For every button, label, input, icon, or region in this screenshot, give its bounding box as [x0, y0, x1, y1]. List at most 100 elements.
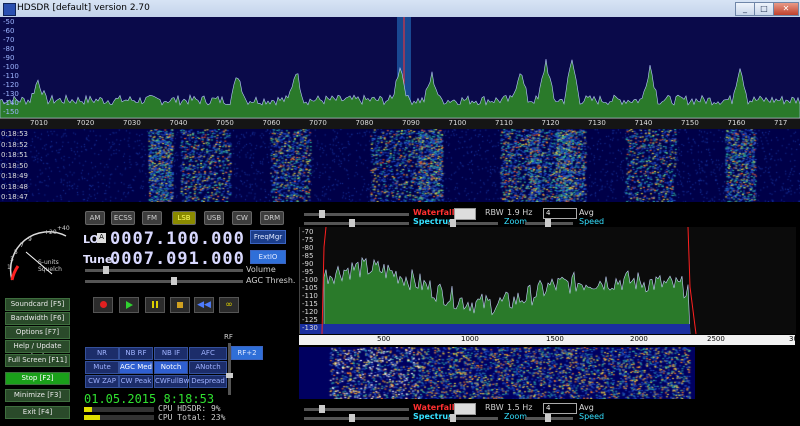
- frequency-tick-label: 7010: [30, 119, 48, 127]
- audio-y-label: -125: [302, 316, 318, 324]
- rf-avg-label: Avg: [579, 208, 594, 217]
- stop-playback-button[interactable]: [170, 297, 190, 313]
- mode-am-button[interactable]: AM: [85, 211, 105, 225]
- window-title: HDSDR [default] version 2.70: [17, 3, 150, 13]
- af-rbw-label: RBW: [485, 403, 504, 412]
- tune-label: Tune: [83, 253, 113, 266]
- spectrum-y-label: -110: [3, 72, 19, 80]
- waterfall-time-label: 0:18:48: [1, 182, 28, 191]
- mode-cw-button[interactable]: CW: [232, 211, 252, 225]
- mode-lsb-button[interactable]: LSB: [172, 211, 196, 225]
- frequency-tick-label: 7050: [216, 119, 234, 127]
- minimize-window-button[interactable]: _: [735, 2, 755, 16]
- squelch-label[interactable]: Squelch: [38, 266, 62, 273]
- lo-frequency[interactable]: 0007.100.000: [110, 229, 245, 249]
- rf-gain-button[interactable]: RF+2: [231, 346, 263, 360]
- nb-rf-button[interactable]: NB RF: [119, 347, 153, 360]
- audio-waterfall[interactable]: [299, 347, 695, 399]
- main-waterfall[interactable]: 0:18:53 0:18:52 0:18:51 0:18:50 0:18:49 0:18:…: [0, 129, 800, 202]
- af-avg-dropdown[interactable]: 4: [543, 403, 577, 414]
- maximize-window-button[interactable]: □: [754, 2, 774, 16]
- mode-fm-button[interactable]: FM: [142, 211, 162, 225]
- rewind-button[interactable]: ◀◀: [194, 297, 214, 313]
- audio-frequency-axis[interactable]: 500 1000 1500 2000 2500 30: [299, 335, 798, 345]
- smeter-title: S-units: [38, 259, 59, 266]
- frequency-tick-label: 717: [774, 119, 788, 127]
- frequency-tick-label: 7130: [588, 119, 606, 127]
- waterfall-time-label: 0:18:49: [1, 172, 28, 180]
- mode-usb-button[interactable]: USB: [204, 211, 224, 225]
- cw-peak-button[interactable]: CW Peak: [119, 375, 153, 388]
- af-waterfall-arrows[interactable]: [454, 403, 476, 415]
- record-button[interactable]: [93, 297, 113, 313]
- agc-threshold-slider[interactable]: [85, 277, 243, 285]
- anotch-button[interactable]: ANotch: [189, 361, 227, 374]
- audio-y-label: -70: [302, 228, 314, 236]
- waterfall-time-label: 0:18:50: [1, 161, 28, 170]
- nr-button[interactable]: NR: [85, 347, 119, 360]
- mode-ecss-button[interactable]: ECSS: [111, 211, 135, 225]
- options-button[interactable]: Options [F7]: [5, 326, 70, 339]
- waterfall-time-label: 0:18:47: [1, 193, 28, 201]
- nb-if-button[interactable]: NB IF: [154, 347, 188, 360]
- cw-fullbw-button[interactable]: CWFullBw: [154, 375, 189, 388]
- afc-button[interactable]: AFC: [189, 347, 227, 360]
- help-update-button[interactable]: Help / Update [F1]: [5, 340, 70, 361]
- pause-button[interactable]: [145, 297, 165, 313]
- frequency-tick-label: 7120: [541, 119, 560, 127]
- rf-waterfall-arrows[interactable]: [454, 208, 476, 220]
- frequency-tick-label: 7160: [727, 119, 746, 127]
- smeter-mark-1: 1: [7, 264, 11, 271]
- audio-x-label: 30: [789, 335, 798, 343]
- audio-y-label: -105: [302, 284, 318, 292]
- audio-spectrum-display[interactable]: -70 -75 -80 -85 -90 -95 -100 -105 -110 -115 -120 -1…: [299, 227, 796, 334]
- audio-y-label: -110: [302, 292, 318, 300]
- freqmgr-button[interactable]: FreqMgr: [250, 230, 286, 244]
- volume-label: Volume: [246, 265, 276, 274]
- tune-frequency[interactable]: 0007.091.000: [110, 249, 245, 269]
- main-spectrum-display[interactable]: -50 -60 -70 -80 -90 -100 -110 -120 -130 -140 -150: [0, 17, 800, 118]
- minimize-button[interactable]: Minimize [F3]: [5, 389, 70, 402]
- af-zoom-slider[interactable]: [448, 414, 498, 422]
- bandwidth-button[interactable]: Bandwidth [F6]: [5, 312, 70, 325]
- audio-x-label: 2000: [630, 335, 648, 343]
- volume-slider[interactable]: [85, 266, 243, 274]
- audio-y-label: -115: [302, 300, 318, 308]
- frequency-tick-label: 7100: [448, 119, 467, 127]
- rf-waterfall-label: Waterfall: [413, 208, 455, 217]
- cw-zap-button[interactable]: CW ZAP: [85, 375, 119, 388]
- play-button[interactable]: [119, 297, 139, 313]
- af-spectrum-slider[interactable]: [304, 414, 409, 422]
- audio-y-label: -120: [302, 308, 318, 316]
- despread-button[interactable]: Despread: [189, 375, 227, 388]
- full-screen-button[interactable]: Full Screen [F11]: [5, 354, 70, 367]
- soundcard-button[interactable]: Soundcard [F5]: [5, 298, 70, 311]
- audio-x-label: 2500: [707, 335, 725, 343]
- frequency-tick-label: 7030: [123, 119, 141, 127]
- lo-a-badge[interactable]: A: [97, 233, 106, 243]
- loop-button[interactable]: ∞: [219, 297, 239, 313]
- rf-zoom-slider[interactable]: [448, 219, 498, 227]
- mode-drm-button[interactable]: DRM: [260, 211, 284, 225]
- audio-y-label: -85: [302, 252, 314, 260]
- af-speed-slider[interactable]: [525, 414, 573, 422]
- frequency-tick-label: 7150: [681, 119, 699, 127]
- mute-button[interactable]: Mute: [85, 361, 119, 374]
- audio-y-label: -100: [302, 276, 318, 284]
- rf-rbw-value: 1.9 Hz: [507, 208, 533, 217]
- exit-button[interactable]: Exit [F4]: [5, 406, 70, 419]
- af-waterfall-slider[interactable]: [304, 405, 409, 413]
- rf-spectrum-slider[interactable]: [304, 219, 409, 227]
- close-window-button[interactable]: ✕: [773, 2, 799, 16]
- rf-avg-dropdown[interactable]: 4: [543, 208, 577, 219]
- extio-button[interactable]: ExtIO: [250, 250, 286, 264]
- rf-rbw-label: RBW: [485, 208, 504, 217]
- notch-button[interactable]: Notch: [154, 361, 188, 374]
- stop-button[interactable]: Stop [F2]: [5, 372, 70, 385]
- rf-waterfall-slider[interactable]: [304, 210, 409, 218]
- audio-y-label: -80: [302, 244, 314, 252]
- cpu-total-bar: [84, 415, 154, 420]
- agc-med-button[interactable]: AGC Med: [119, 361, 153, 374]
- rf-speed-slider[interactable]: [525, 219, 573, 227]
- smeter-mark-40: +40: [57, 225, 70, 232]
